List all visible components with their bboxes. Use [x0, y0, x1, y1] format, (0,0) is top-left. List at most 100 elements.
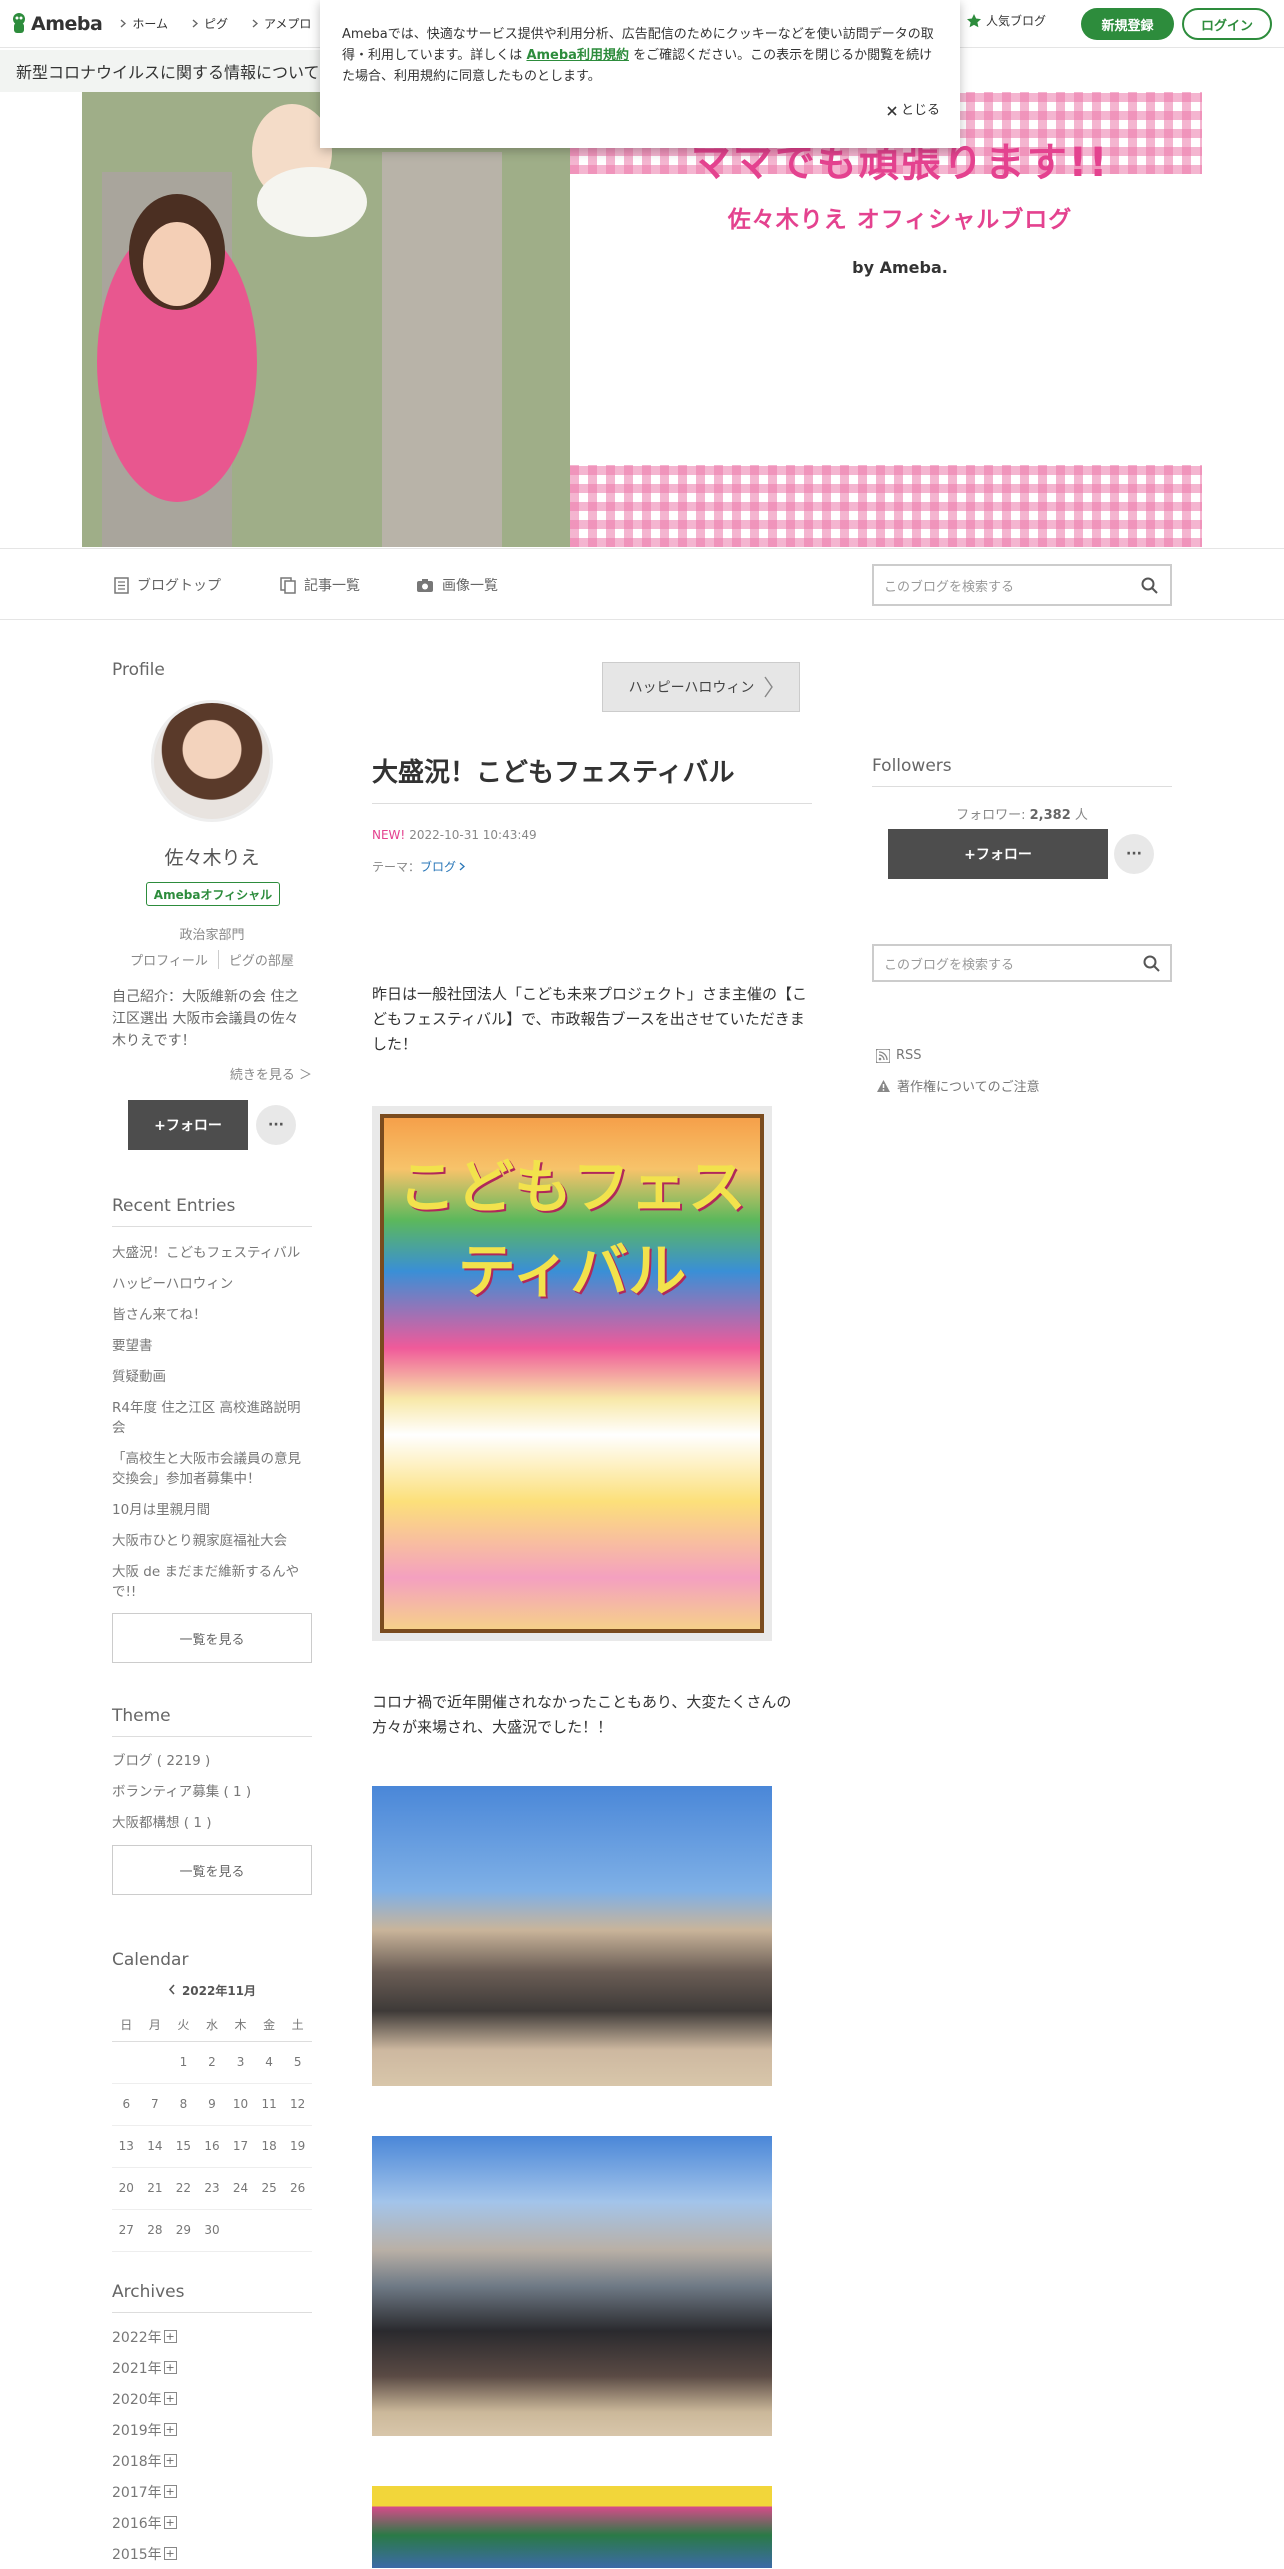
login-button[interactable]: ログイン — [1182, 8, 1272, 40]
month-label: 2022年11月 — [181, 1984, 257, 1998]
archive-year[interactable]: 2019年 + — [112, 2414, 312, 2445]
festival-booth-photo[interactable] — [372, 2486, 772, 2568]
rss-link[interactable]: RSS — [876, 1048, 922, 1063]
nav-images[interactable]: 画像一覧 — [416, 575, 498, 595]
list-item[interactable]: ボランティア募集 ( 1 ) — [112, 1782, 312, 1802]
avatar[interactable] — [151, 700, 273, 822]
list-item[interactable]: 大阪都構想 ( 1 ) — [112, 1813, 312, 1833]
recent-entries: Recent Entries 大盛況！こどもフェスティバル ハッピーハロウィン … — [112, 1196, 312, 1663]
list-item[interactable]: ブログ ( 2219 ) — [112, 1751, 312, 1771]
list-item[interactable]: ハッピーハロウィン — [112, 1274, 312, 1294]
blog-search-input[interactable]: このブログを検索する — [872, 944, 1172, 982]
expand-plus-icon[interactable]: + — [163, 2423, 177, 2436]
article-paragraph: 昨日は一般社団法人「こども未来プロジェクト」さま主催の【こどもフェスティバル】で… — [372, 985, 808, 1053]
archive-year[interactable]: 2015年 + — [112, 2538, 312, 2569]
poster-artwork: こどもフェスティバル — [380, 1114, 764, 1633]
read-more-link[interactable]: 続きを見る ＞ — [112, 1064, 312, 1083]
profile-link[interactable]: プロフィール — [120, 950, 218, 969]
copyright-notice-link[interactable]: 著作権についてのご注意 — [876, 1076, 1040, 1095]
festival-crowd-photo-1[interactable] — [372, 1786, 772, 2086]
calendar-day — [226, 2209, 255, 2252]
logo-text: Ameba — [31, 12, 103, 35]
search-placeholder: このブログを検索する — [884, 957, 1015, 973]
expand-plus-icon[interactable]: + — [163, 2485, 177, 2498]
blog-search-input[interactable]: このブログを検索する — [872, 564, 1172, 606]
blog-title-block[interactable]: ママでも頑張ります!! 佐々木りえ オフィシャルブログ by Ameba. — [600, 130, 1200, 277]
list-item[interactable]: R4年度 住之江区 高校進路説明会 — [112, 1398, 312, 1438]
official-badge: Amebaオフィシャル — [146, 882, 280, 906]
search-icon[interactable] — [1143, 955, 1160, 972]
archive-year[interactable]: 2016年 + — [112, 2507, 312, 2538]
list-item[interactable]: 10月は里親月間 — [112, 1500, 312, 1520]
article-datetime: 2022-10-31 10:43:49 — [409, 828, 537, 842]
list-item[interactable]: 皆さん来てね！ — [112, 1305, 312, 1325]
expand-plus-icon[interactable]: + — [163, 2361, 177, 2374]
calendar-day: 10 — [226, 2083, 255, 2126]
recent-entries-heading: Recent Entries — [112, 1196, 312, 1227]
calendar-day: 19 — [283, 2125, 312, 2168]
expand-plus-icon[interactable]: + — [163, 2392, 177, 2405]
popular-blog-link[interactable]: 人気ブログ — [966, 12, 1046, 29]
archive-year[interactable]: 2018年 + — [112, 2445, 312, 2476]
archive-year[interactable]: 2017年 + — [112, 2476, 312, 2507]
list-item[interactable]: 要望書 — [112, 1336, 312, 1356]
cookie-message: Amebaでは、快適なサービス提供や利用分析、広告配信のためにクッキーなどを使い… — [342, 24, 938, 87]
previous-entry-button[interactable]: ハッピーハロウィン — [602, 662, 800, 712]
list-item[interactable]: 「高校生と大阪市会議員の意見交換会」参加者募集中！ — [112, 1449, 312, 1489]
title-divider — [372, 803, 812, 804]
pigg-room-link[interactable]: ピグの部屋 — [217, 950, 304, 969]
profile-category: 政治家部門 — [179, 928, 245, 943]
archive-year[interactable]: 2020年 + — [112, 2383, 312, 2414]
list-item[interactable]: 大盛況！こどもフェスティバル — [112, 1243, 312, 1263]
expand-plus-icon[interactable]: + — [163, 2454, 177, 2467]
nav-entries-label: 記事一覧 — [304, 578, 360, 594]
cookie-close-button[interactable]: とじる — [887, 100, 940, 121]
see-all-entries-button[interactable]: 一覧を見る — [112, 1613, 312, 1663]
nav-pigg[interactable]: ピグ — [192, 15, 228, 32]
more-options-button[interactable]: ··· — [256, 1105, 296, 1145]
list-item[interactable]: 大阪 de まだまだ維新するんやで!! — [112, 1562, 312, 1602]
expand-plus-icon[interactable]: + — [163, 2516, 177, 2529]
follow-button[interactable]: +フォロー — [128, 1100, 248, 1150]
see-all-themes-button[interactable]: 一覧を見る — [112, 1845, 312, 1895]
article-title[interactable]: 大盛況！こどもフェスティバル — [372, 752, 734, 789]
festival-poster-image[interactable]: こどもフェスティバル — [372, 1106, 772, 1641]
nav-home[interactable]: ホーム — [120, 15, 168, 32]
theme-link[interactable]: ブログ — [420, 860, 456, 874]
profile-links: プロフィール ピグの部屋 — [112, 950, 312, 969]
nav-amepro-label: アメプロ — [263, 17, 312, 31]
register-button[interactable]: 新規登録 — [1081, 8, 1174, 40]
archive-year[interactable]: 2021年 + — [112, 2352, 312, 2383]
calendar-day: 18 — [254, 2125, 284, 2168]
calendar-day: 4 — [254, 2041, 284, 2084]
calendar-day: 22 — [169, 2167, 198, 2210]
weekday: 金 — [254, 2009, 284, 2042]
covid-info-link[interactable]: 新型コロナウイルスに関する情報について — [0, 50, 320, 92]
expand-plus-icon[interactable]: + — [163, 2547, 177, 2560]
nav-blog-top[interactable]: ブログトップ — [114, 575, 221, 595]
calendar-day: 11 — [254, 2083, 284, 2126]
star-icon — [967, 13, 981, 27]
archives-heading: Archives — [112, 2282, 312, 2313]
calendar-day: 16 — [197, 2125, 227, 2168]
follower-number: 2,382 — [1029, 808, 1071, 823]
follow-button[interactable]: +フォロー — [888, 829, 1108, 879]
nav-amepro[interactable]: アメプロ — [252, 15, 311, 32]
weekday: 火 — [169, 2009, 198, 2042]
ameba-logo[interactable]: Ameba — [10, 12, 103, 36]
terms-link[interactable]: Ameba利用規約 — [526, 48, 629, 63]
list-item[interactable]: 質疑動画 — [112, 1367, 312, 1387]
archive-year-label: 2019年 — [112, 2422, 162, 2439]
search-icon[interactable] — [1141, 577, 1158, 594]
archive-year-label: 2021年 — [112, 2360, 162, 2377]
close-icon — [887, 105, 897, 116]
calendar-day: 20 — [112, 2167, 141, 2210]
list-item[interactable]: 大阪市ひとり親家庭福祉大会 — [112, 1531, 312, 1551]
profile-name[interactable]: 佐々木りえ — [112, 843, 312, 870]
chevron-left-icon[interactable] — [168, 1984, 176, 1995]
archive-year[interactable]: 2022年 + — [112, 2321, 312, 2352]
festival-crowd-photo-2[interactable] — [372, 2136, 772, 2436]
more-options-button[interactable]: ··· — [1114, 834, 1154, 874]
expand-plus-icon[interactable]: + — [163, 2330, 177, 2343]
nav-entries[interactable]: 記事一覧 — [280, 575, 360, 595]
